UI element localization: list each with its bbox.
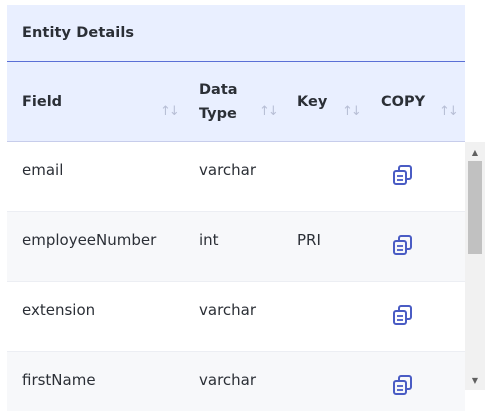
table-body: email varchar employeeNumber int PRI ext… bbox=[7, 142, 465, 411]
panel-title: Entity Details bbox=[22, 25, 135, 41]
copy-icon[interactable] bbox=[392, 164, 414, 186]
copy-icon[interactable] bbox=[392, 234, 414, 256]
scrollbar-thumb[interactable] bbox=[468, 161, 482, 254]
scroll-down-arrow[interactable]: ▼ bbox=[465, 372, 485, 388]
cell-data-type: varchar bbox=[199, 300, 257, 319]
table-row: firstName varchar bbox=[7, 352, 465, 411]
column-header-data-type[interactable]: Data Type bbox=[199, 62, 249, 142]
cell-key: PRI bbox=[297, 230, 321, 249]
copy-icon[interactable] bbox=[392, 374, 414, 396]
sort-icon[interactable]: ↑↓ bbox=[259, 104, 279, 119]
entity-details-panel: Entity Details Field ↑↓ Data Type ↑↓ Key… bbox=[7, 5, 465, 411]
cell-field: firstName bbox=[22, 370, 96, 389]
cell-field: employeeNumber bbox=[22, 230, 157, 249]
column-header-copy[interactable]: COPY bbox=[381, 62, 425, 142]
cell-data-type: varchar bbox=[199, 370, 257, 389]
title-bar: Entity Details bbox=[7, 5, 465, 61]
table-row: email varchar bbox=[7, 142, 465, 212]
table-row: extension varchar bbox=[7, 282, 465, 352]
column-header-key[interactable]: Key bbox=[297, 62, 327, 142]
cell-field: extension bbox=[22, 300, 96, 319]
sort-icon[interactable]: ↑↓ bbox=[160, 104, 180, 119]
copy-icon[interactable] bbox=[392, 304, 414, 326]
column-label-data-type: Data Type bbox=[199, 82, 238, 122]
sort-icon[interactable]: ↑↓ bbox=[439, 104, 459, 119]
column-header-field[interactable]: Field bbox=[22, 62, 62, 142]
vertical-scrollbar[interactable]: ▲ ▼ bbox=[465, 142, 485, 390]
column-label-copy: COPY bbox=[381, 94, 426, 110]
column-label-field: Field bbox=[22, 94, 63, 110]
cell-field: email bbox=[22, 160, 64, 179]
table-row: employeeNumber int PRI bbox=[7, 212, 465, 282]
table-header: Field ↑↓ Data Type ↑↓ Key ↑↓ COPY ↑↓ bbox=[7, 61, 465, 142]
cell-data-type: varchar bbox=[199, 160, 257, 179]
sort-icon[interactable]: ↑↓ bbox=[342, 104, 362, 119]
cell-data-type: int bbox=[199, 230, 219, 249]
scroll-up-arrow[interactable]: ▲ bbox=[465, 144, 485, 160]
column-label-key: Key bbox=[297, 94, 328, 110]
